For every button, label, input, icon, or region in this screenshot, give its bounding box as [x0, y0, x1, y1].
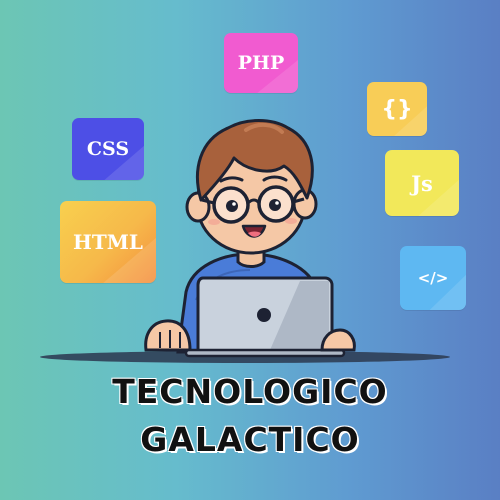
js-badge-label: Js [411, 170, 433, 196]
left-eye [226, 200, 238, 212]
php-badge-label: PHP [237, 52, 285, 74]
title-line-1: TECNOLOGICO [112, 372, 388, 411]
code-tag-badge-label: </> [417, 269, 449, 287]
title-line-2: GALACTICO [140, 420, 360, 459]
html-badge-label: HTML [73, 230, 143, 254]
left-ear [185, 191, 211, 223]
braces-badge-label: {} [381, 96, 413, 122]
right-eye [269, 199, 281, 211]
laptop-base [184, 348, 346, 358]
css-badge-label: CSS [86, 138, 130, 160]
poster-canvas: PHP CSS HTML {} Js </> TECNOLOGICO GALAC… [0, 0, 500, 500]
laptop-logo [257, 308, 271, 322]
